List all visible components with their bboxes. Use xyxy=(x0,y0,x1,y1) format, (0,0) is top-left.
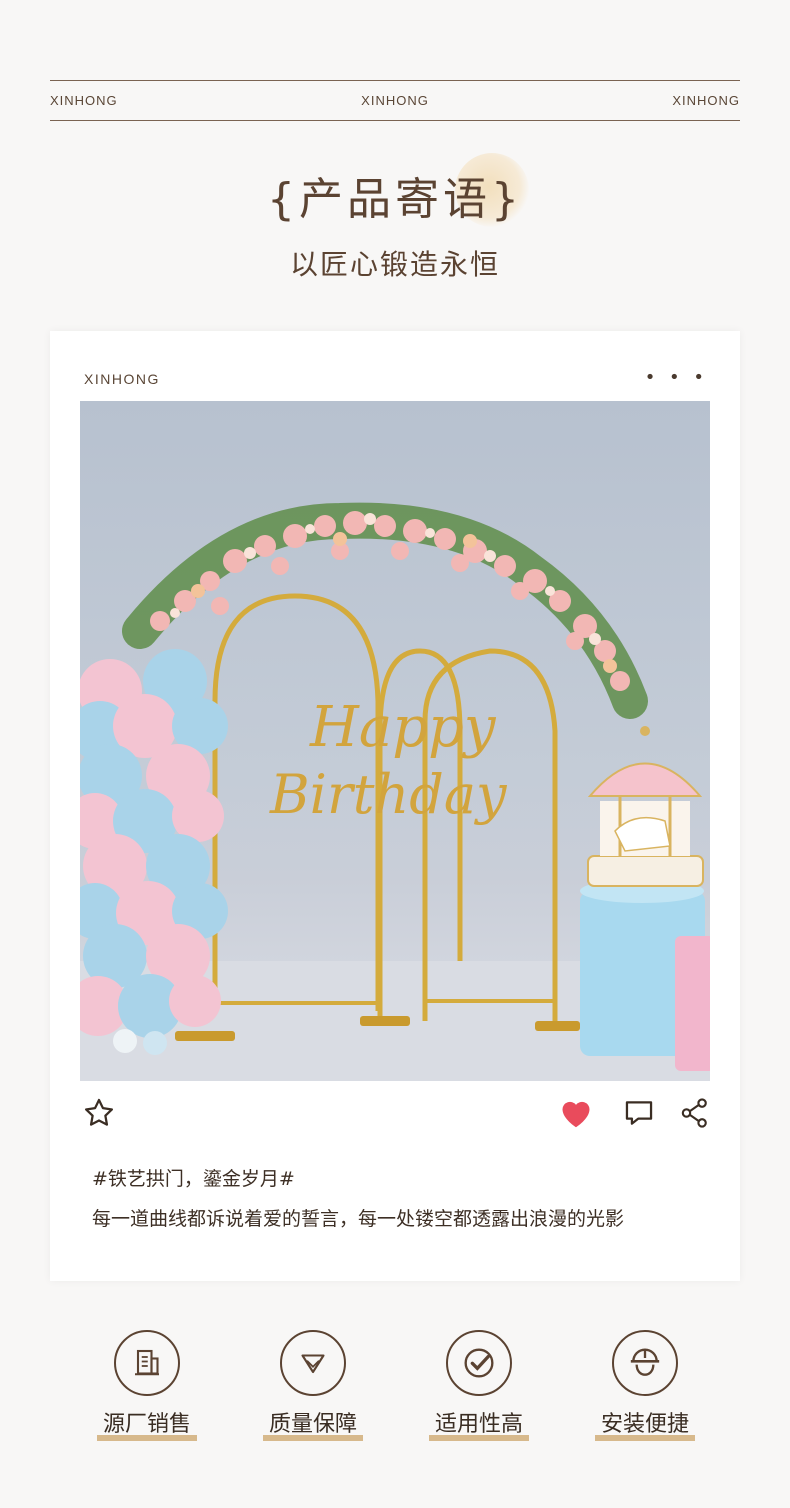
feature-label: 源厂销售 xyxy=(96,1406,198,1441)
feature-label: 质量保障 xyxy=(262,1406,364,1441)
happy-text: Happy xyxy=(309,695,497,760)
pink-pedestal xyxy=(675,936,710,1071)
worker-helmet-icon xyxy=(612,1330,678,1396)
post-card: XINHONG • • • Happy Birthday #铁艺拱门，鎏金岁月#… xyxy=(50,331,740,1281)
post-actions xyxy=(80,1096,710,1136)
brand-bar: XINHONG XINHONG XINHONG xyxy=(50,80,740,121)
header: {产品寄语} 以匠心锻造永恒 xyxy=(0,150,790,283)
arch-foot xyxy=(535,1021,580,1031)
feature-label: 安装便捷 xyxy=(594,1406,696,1441)
factory-icon xyxy=(114,1330,180,1396)
page-subtitle: 以匠心锻造永恒 xyxy=(289,248,500,281)
feature-list: 源厂销售 质量保障 适用性高 安装便捷 xyxy=(0,1330,790,1450)
carousel-ornament xyxy=(587,726,704,887)
flower-garland xyxy=(122,502,648,719)
heart-icon[interactable] xyxy=(558,1096,594,1132)
feature-label: 适用性高 xyxy=(428,1406,530,1441)
feature-item: 安装便捷 xyxy=(575,1330,715,1441)
balloon-column xyxy=(80,649,228,1055)
share-icon[interactable] xyxy=(678,1096,714,1132)
diamond-icon xyxy=(280,1330,346,1396)
page-title: {产品寄语} xyxy=(267,174,523,225)
birthday-arch-illustration: Happy Birthday xyxy=(80,502,710,1081)
post-image: Happy Birthday xyxy=(80,401,710,1081)
post-brand: XINHONG xyxy=(84,371,160,387)
check-icon xyxy=(446,1330,512,1396)
star-icon[interactable] xyxy=(82,1096,118,1132)
post-description: 每一道曲线都诉说着爱的誓言，每一处镂空都透露出浪漫的光影 xyxy=(92,1208,625,1230)
arch-foot xyxy=(360,1016,410,1026)
more-options-icon[interactable]: • • • xyxy=(645,367,708,388)
arch-foot xyxy=(175,1031,235,1041)
comment-icon[interactable] xyxy=(622,1096,658,1132)
brand-center: XINHONG xyxy=(361,93,429,108)
birthday-text: Birthday xyxy=(269,763,508,826)
feature-item: 质量保障 xyxy=(243,1330,383,1441)
brand-left: XINHONG xyxy=(50,93,118,108)
feature-item: 源厂销售 xyxy=(77,1330,217,1441)
feature-item: 适用性高 xyxy=(409,1330,549,1441)
brand-right: XINHONG xyxy=(672,93,740,108)
post-tag[interactable]: #铁艺拱门，鎏金岁月# xyxy=(92,1164,295,1191)
